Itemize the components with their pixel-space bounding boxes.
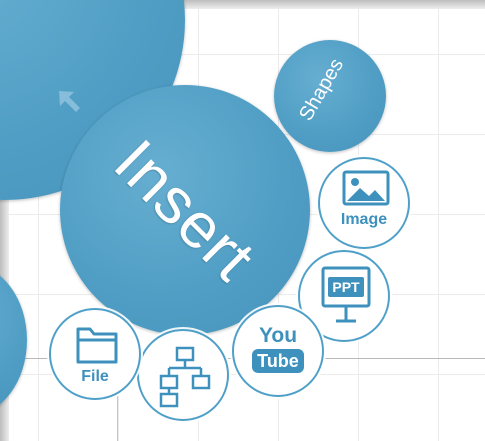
insert-label: Insert bbox=[100, 125, 270, 295]
sibling-menu-circle[interactable] bbox=[0, 265, 27, 415]
file-button[interactable]: File bbox=[49, 308, 141, 400]
canvas[interactable]: Shapes Insert Image PPT You Tube File bbox=[0, 0, 485, 441]
org-chart-icon bbox=[159, 346, 211, 408]
shapes-button[interactable]: Shapes bbox=[274, 40, 386, 152]
insert-button[interactable]: Insert bbox=[60, 85, 310, 335]
file-label: File bbox=[81, 368, 109, 385]
youtube-label-top: You bbox=[258, 324, 298, 347]
back-arrow-icon[interactable] bbox=[56, 88, 84, 114]
youtube-icon: You Tube bbox=[234, 325, 322, 373]
image-icon bbox=[342, 170, 390, 206]
image-button[interactable]: Image bbox=[318, 157, 410, 249]
youtube-button[interactable]: You Tube bbox=[232, 305, 324, 397]
youtube-label-bottom: Tube bbox=[252, 349, 304, 373]
folder-icon bbox=[76, 327, 118, 364]
shapes-label: Shapes bbox=[295, 54, 349, 125]
org-chart-button[interactable] bbox=[137, 329, 229, 421]
ppt-label: PPT bbox=[328, 277, 364, 297]
image-label: Image bbox=[340, 211, 388, 228]
